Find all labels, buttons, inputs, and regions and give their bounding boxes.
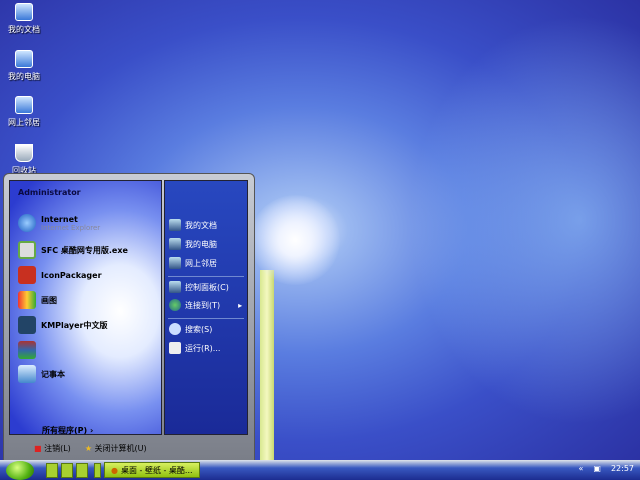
globe-icon xyxy=(169,299,181,311)
tray-expand-icon[interactable]: « xyxy=(578,464,583,473)
browser-icon: ● xyxy=(111,465,118,475)
menu-item-sublabel: Internet Explorer xyxy=(41,223,101,232)
shutdown-label: 关闭计算机(U) xyxy=(94,444,147,453)
menu-item-network[interactable]: 网上邻居 xyxy=(169,257,217,269)
logoff-icon: ■ xyxy=(34,444,42,453)
run-icon xyxy=(169,342,181,354)
wallpaper-glow xyxy=(380,0,640,460)
network-tray-icon[interactable]: ▣ xyxy=(593,464,601,473)
menu-item-internet[interactable]: Internet Internet Explorer xyxy=(18,214,100,232)
menu-item-my-computer[interactable]: 我的电脑 xyxy=(169,238,217,250)
desktop-icon-label: 我的电脑 xyxy=(8,72,40,81)
start-menu: Administrator Internet Internet Explorer … xyxy=(3,173,255,461)
menu-item-label: 我的电脑 xyxy=(185,239,217,249)
all-programs-label: 所有程序(P) xyxy=(42,426,88,435)
recycle-bin-icon xyxy=(15,144,33,162)
menu-item-my-documents[interactable]: 我的文档 xyxy=(169,219,217,231)
my-documents-icon xyxy=(15,3,33,21)
desktop-icon-label: 网上邻居 xyxy=(8,118,40,127)
logoff-label: 注销(L) xyxy=(44,444,71,453)
network-icon xyxy=(169,257,181,269)
start-menu-left-pane: Administrator Internet Internet Explorer … xyxy=(9,180,162,435)
desktop-icon-my-computer[interactable]: 我的电脑 xyxy=(2,50,46,82)
notepad-icon xyxy=(18,365,36,383)
desktop-icon-recycle-bin[interactable]: 回收站 xyxy=(2,144,46,176)
divider xyxy=(168,276,244,277)
quicklaunch-desktop-icon[interactable] xyxy=(76,463,88,478)
quicklaunch-media-icon[interactable] xyxy=(61,463,73,478)
task-label: 桌面 - 壁纸 - 桌酷... xyxy=(120,465,193,475)
shutdown-button[interactable]: ★ 关闭计算机(U) xyxy=(85,443,147,454)
menu-item-notepad[interactable]: 记事本 xyxy=(18,365,65,383)
menu-item-search[interactable]: 搜索(S) xyxy=(169,323,212,335)
menu-item-iconpackager[interactable]: IconPackager xyxy=(18,266,102,284)
ie-icon xyxy=(18,214,36,232)
start-button[interactable] xyxy=(6,461,34,480)
all-programs-button[interactable]: 所有程序(P) › xyxy=(42,425,93,436)
arrow-right-icon: › xyxy=(89,426,94,435)
menu-item-label: IconPackager xyxy=(41,270,102,280)
paint-icon xyxy=(18,291,36,309)
menu-item-label: KMPlayer中文版 xyxy=(41,320,108,330)
sfc-icon xyxy=(18,241,36,259)
search-icon xyxy=(169,323,181,335)
start-menu-right-pane: 我的文档 我的电脑 网上邻居 控制面板(C) 连接到(T) ▸ 搜索(S) 运行(… xyxy=(164,180,248,435)
menu-item-control-panel[interactable]: 控制面板(C) xyxy=(169,281,229,293)
user-name: Administrator xyxy=(18,188,81,197)
clock[interactable]: 22:57 xyxy=(611,464,634,473)
menu-item-label: 运行(R)... xyxy=(185,343,221,353)
my-computer-icon xyxy=(15,50,33,68)
menu-item-label: SFC 桌酷网专用版.exe xyxy=(41,245,128,255)
kmplayer-icon xyxy=(18,316,36,334)
shutdown-icon: ★ xyxy=(84,444,92,453)
menu-item-sfc[interactable]: SFC 桌酷网专用版.exe xyxy=(18,241,128,259)
iconpackager-icon xyxy=(18,266,36,284)
menu-item-paint[interactable]: 画图 xyxy=(18,291,57,309)
wallpaper-stem xyxy=(260,270,274,460)
menu-item-label: 控制面板(C) xyxy=(185,282,229,292)
system-tray: « ▣ 22:57 xyxy=(578,464,634,473)
network-icon xyxy=(15,96,33,114)
menu-item-kmplayer[interactable]: KMPlayer中文版 xyxy=(18,316,108,334)
logoff-button[interactable]: ■ 注销(L) xyxy=(34,443,71,454)
my-computer-icon xyxy=(169,238,181,250)
start-menu-footer: ■ 注销(L) ★ 关闭计算机(U) xyxy=(4,436,254,461)
desktop-icon-label: 我的文档 xyxy=(8,25,40,34)
menu-item-connect-to[interactable]: 连接到(T) ▸ xyxy=(169,299,242,311)
menu-item-label: 网上邻居 xyxy=(185,258,217,268)
menu-item-label: 连接到(T) xyxy=(185,300,221,310)
menu-item-label: 记事本 xyxy=(41,369,65,379)
my-documents-icon xyxy=(169,219,181,231)
menu-item-label: 我的文档 xyxy=(185,220,217,230)
taskbar-button-browser[interactable]: ● 桌面 - 壁纸 - 桌酷... xyxy=(104,462,200,478)
menu-item-label: 搜索(S) xyxy=(185,324,213,334)
wallpaper-dandelion xyxy=(250,195,340,285)
divider xyxy=(168,318,244,319)
arrow-right-icon: ▸ xyxy=(238,300,243,310)
quicklaunch-ie-icon[interactable] xyxy=(46,463,58,478)
menu-item-label: 画图 xyxy=(41,295,57,305)
menu-item-label: Internet xyxy=(41,214,78,224)
desktop-icon-network[interactable]: 网上邻居 xyxy=(2,96,46,128)
menu-item-winrar[interactable] xyxy=(18,341,41,359)
control-panel-icon xyxy=(169,281,181,293)
winrar-icon xyxy=(18,341,36,359)
quicklaunch-expand-icon[interactable] xyxy=(94,463,101,478)
desktop-icon-my-documents[interactable]: 我的文档 xyxy=(2,3,46,35)
menu-item-run[interactable]: 运行(R)... xyxy=(169,342,220,354)
